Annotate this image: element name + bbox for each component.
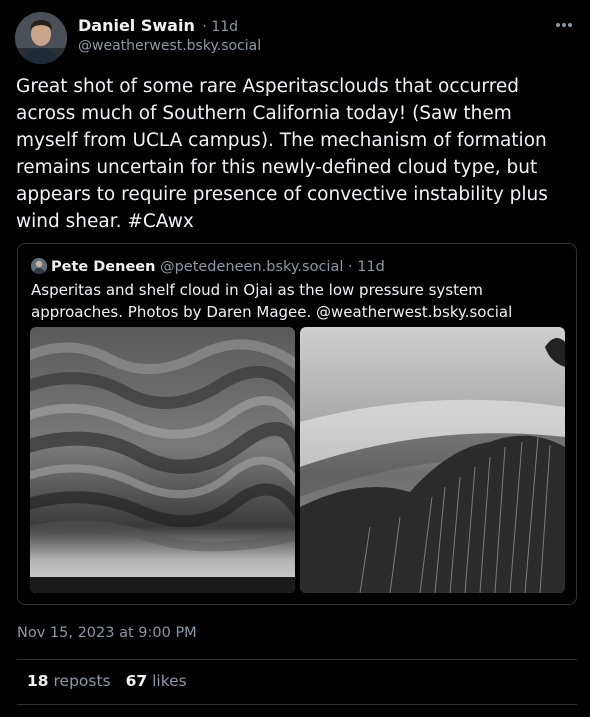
divider: [17, 659, 577, 660]
quoted-post-header: Pete Deneen @petedeneen.bsky.social · 11…: [31, 258, 385, 275]
quoted-post-text: Asperitas and shelf cloud in Ojai as the…: [31, 281, 513, 321]
reposts-stat[interactable]: 18 reposts: [27, 672, 111, 690]
divider: [17, 704, 577, 705]
likes-label: likes: [152, 672, 187, 690]
author-avatar[interactable]: [15, 12, 67, 64]
quoted-post[interactable]: Pete Deneen @petedeneen.bsky.social · 11…: [17, 243, 577, 605]
more-options-button[interactable]: [552, 15, 576, 35]
quoted-author-meta: @petedeneen.bsky.social · 11d: [160, 259, 385, 275]
author-name-line[interactable]: Daniel Swain · 11d: [78, 16, 238, 35]
engagement-stats: 18 reposts 67 likes: [27, 672, 187, 690]
asperitas-cloud-photo[interactable]: [30, 327, 295, 593]
author-handle[interactable]: @weatherwest.bsky.social: [78, 38, 261, 54]
quoted-author-avatar[interactable]: [31, 258, 47, 274]
post-age: · 11d: [202, 19, 239, 35]
post-text: Great shot of some rare Asperitasclouds …: [16, 76, 548, 232]
post-timestamp[interactable]: Nov 15, 2023 at 9:00 PM: [17, 625, 197, 641]
more-dots-icon: [556, 23, 572, 27]
shelf-cloud-photo[interactable]: [300, 327, 565, 593]
reposts-label: reposts: [53, 672, 111, 690]
likes-count: 67: [125, 672, 148, 690]
author-name[interactable]: Daniel Swain: [78, 16, 195, 35]
likes-stat[interactable]: 67 likes: [126, 672, 187, 690]
quoted-author-name[interactable]: Pete Deneen: [51, 259, 155, 275]
reposts-count: 18: [27, 672, 49, 690]
